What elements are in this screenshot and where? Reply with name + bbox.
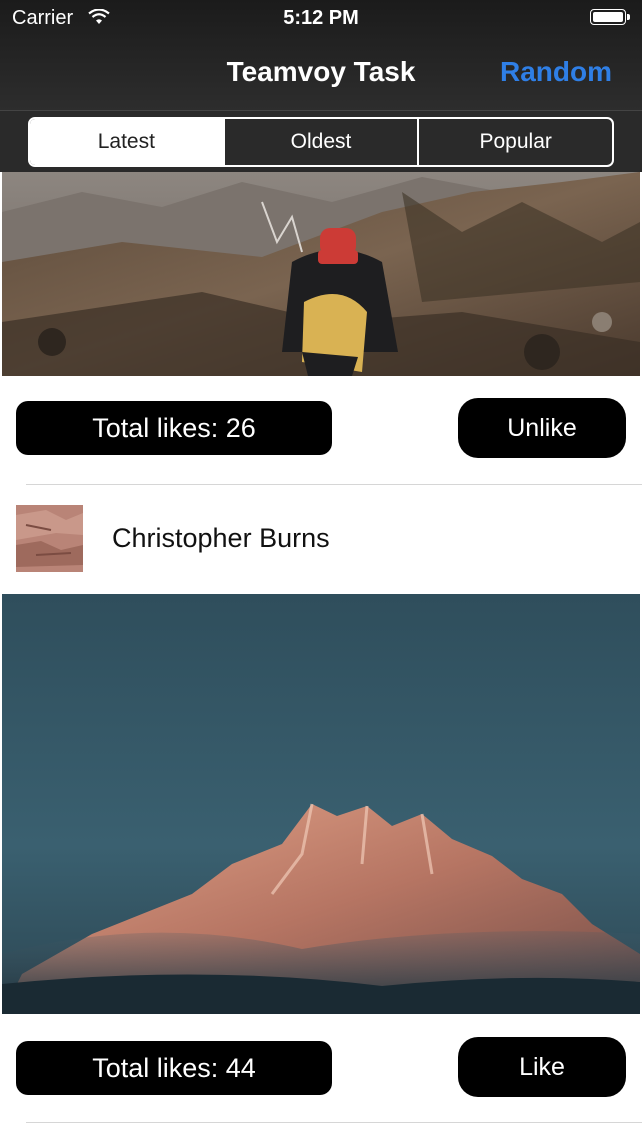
total-likes-pill: Total likes: 26 [16, 401, 332, 455]
sort-segmented-control: Latest Oldest Popular [28, 117, 614, 167]
total-likes-pill: Total likes: 44 [16, 1041, 332, 1095]
hiker-photo[interactable] [2, 172, 640, 376]
status-time: 5:12 PM [283, 7, 359, 29]
top-bar: Carrier 5:12 PM Teamvoy Task Random [0, 0, 642, 110]
author-name: Christopher Burns [112, 523, 330, 553]
author-avatar [16, 505, 83, 572]
separator [26, 1122, 642, 1123]
mountain-photo[interactable] [2, 594, 640, 1014]
separator [26, 484, 642, 485]
like-button[interactable]: Like [458, 1037, 626, 1097]
random-button[interactable]: Random [500, 56, 612, 88]
segment-bar: Latest Oldest Popular [0, 110, 642, 172]
segment-oldest[interactable]: Oldest [225, 119, 420, 165]
author-row[interactable]: Christopher Burns [0, 494, 642, 594]
unlike-button[interactable]: Unlike [458, 398, 626, 458]
battery-icon [590, 9, 632, 27]
navigation-bar: Teamvoy Task Random [0, 36, 642, 110]
segment-latest[interactable]: Latest [30, 119, 225, 165]
status-bar: Carrier 5:12 PM [0, 0, 642, 36]
segment-popular[interactable]: Popular [419, 119, 612, 165]
